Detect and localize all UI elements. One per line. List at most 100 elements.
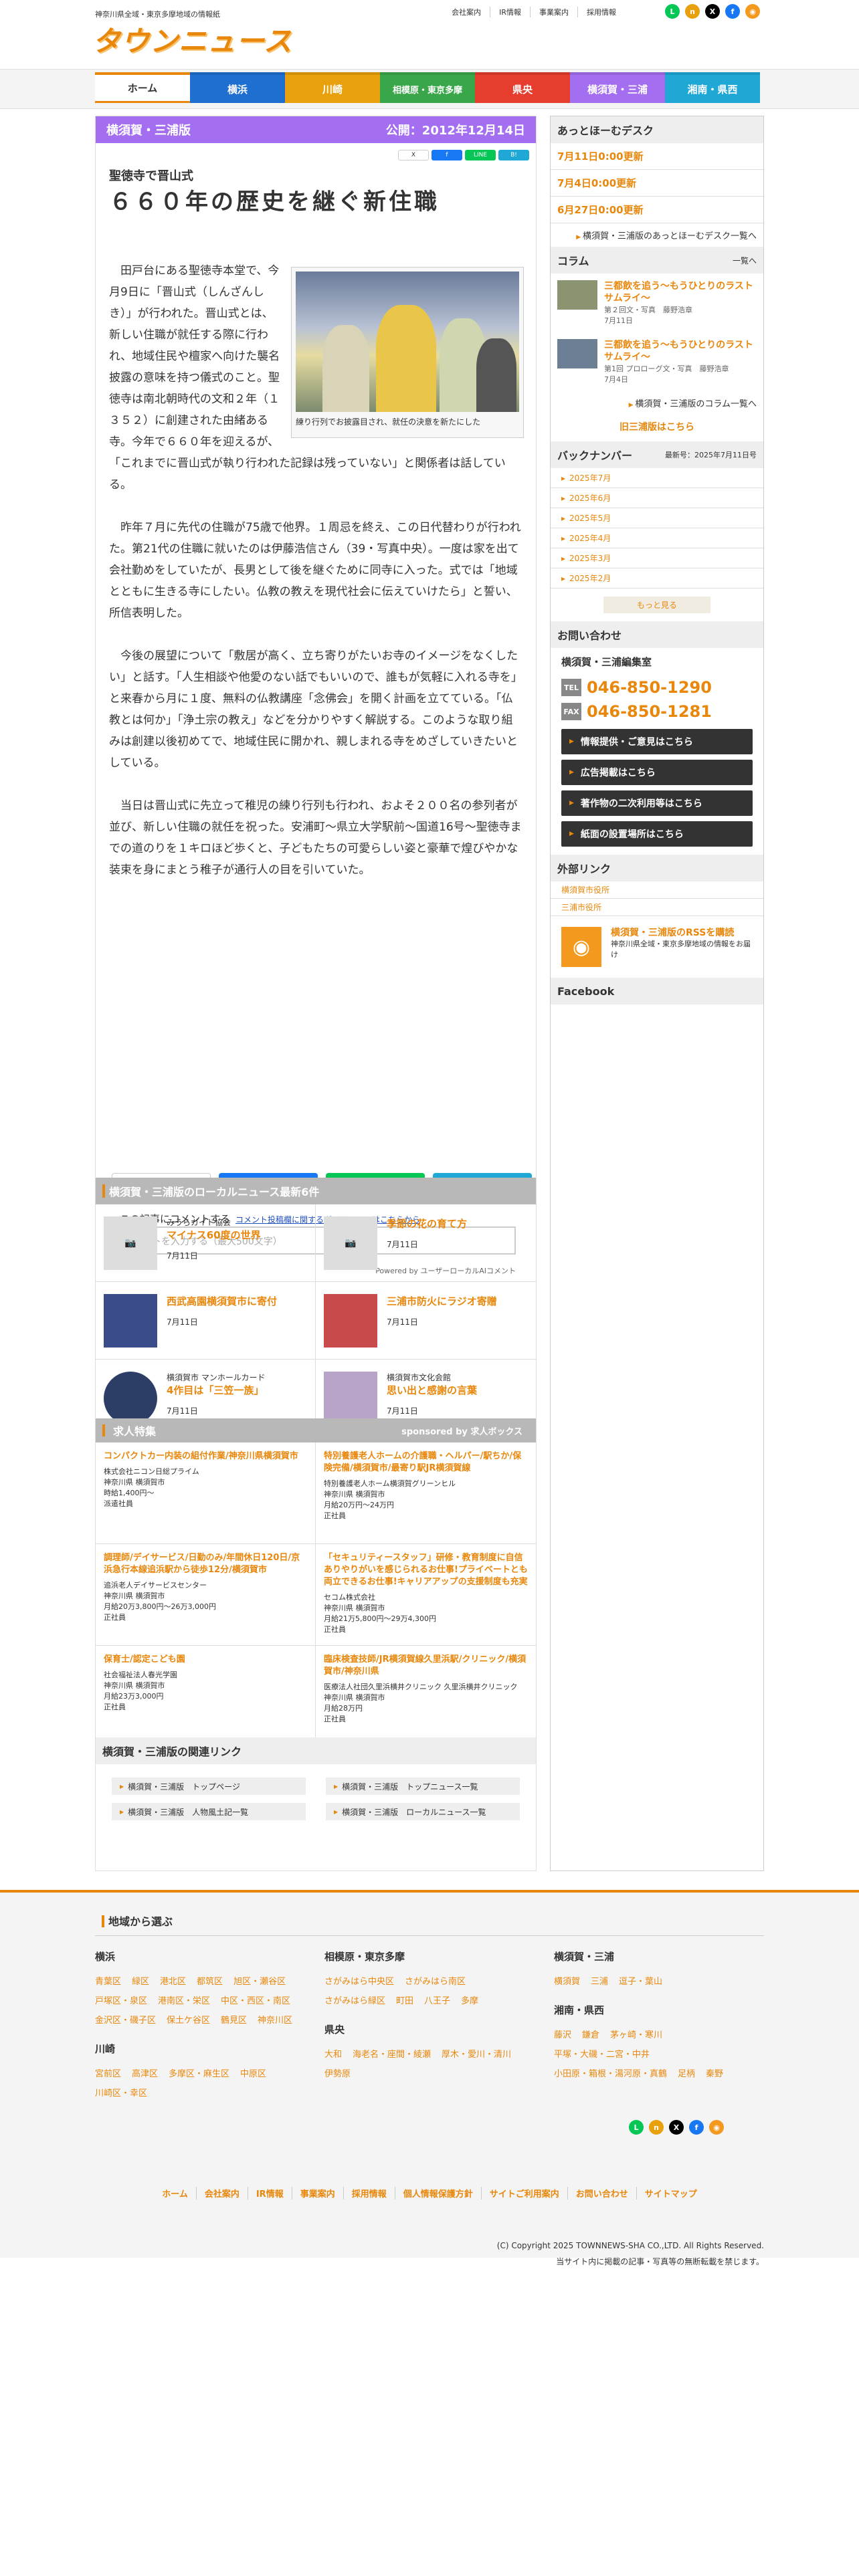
related-link[interactable]: 横須賀・三浦版 トップページ: [112, 1778, 306, 1795]
footer-area-link[interactable]: 中原区: [240, 2066, 266, 2079]
line-icon[interactable]: L: [665, 4, 680, 19]
footer-area-link[interactable]: 高津区: [132, 2066, 158, 2079]
news-title[interactable]: 季節の花の育て方: [387, 1216, 467, 1230]
footer-area-link[interactable]: 足柄: [678, 2066, 695, 2079]
nav-yokohama[interactable]: 横浜: [190, 72, 285, 103]
footer-nav-link[interactable]: 事業案内: [291, 2187, 343, 2199]
footer-area-link[interactable]: 三浦: [591, 1974, 608, 1987]
footer-area-link[interactable]: 宮前区: [95, 2066, 121, 2079]
nav-kawasaki[interactable]: 川崎: [285, 72, 380, 103]
footer-area-link[interactable]: 旭区・瀬谷区: [233, 1974, 286, 1987]
footer-area-link[interactable]: さがみはら南区: [405, 1974, 466, 1987]
footer-nav-link[interactable]: 個人情報保護方針: [394, 2187, 481, 2199]
footer-area-link[interactable]: 緑区: [132, 1974, 149, 1987]
footer-nav-link[interactable]: サイトマップ: [636, 2187, 705, 2199]
distribution-place-button[interactable]: 紙面の設置場所はこちら: [561, 821, 753, 847]
job-item[interactable]: 調理師/デイサービス/日勤のみ/年間休日120日/京浜急行本線追浜駅から徒歩12…: [96, 1544, 316, 1646]
job-item[interactable]: コンパクトカー内装の組付作業/神奈川県横須賀市 株式会社ニコン日総プライム 神奈…: [96, 1442, 316, 1544]
backnumber-item[interactable]: 2025年6月: [551, 488, 763, 508]
footer-nav-link[interactable]: 会社案内: [195, 2187, 248, 2199]
tel-number[interactable]: 046-850-1290: [587, 678, 712, 697]
column-item-title[interactable]: 三都飲を追う〜もうひとりのラストサムライ〜: [604, 280, 757, 304]
share-facebook-small[interactable]: f: [432, 150, 462, 160]
rss-title[interactable]: 横須賀・三浦版のRSSを購読: [611, 927, 753, 939]
column-list-link[interactable]: 一覧へ: [733, 255, 757, 266]
external-link[interactable]: 横須賀市役所: [551, 881, 763, 899]
nav-yokosuka[interactable]: 横須賀・三浦: [570, 72, 665, 103]
news-title[interactable]: 4作目は「三笠一族」: [167, 1383, 265, 1397]
copyright-use-button[interactable]: 著作物の二次利用等はこちら: [561, 790, 753, 816]
footer-area-link[interactable]: 川崎区・幸区: [95, 2086, 147, 2099]
footer-area-link[interactable]: 保土ケ谷区: [167, 2013, 210, 2026]
note-icon[interactable]: n: [685, 4, 700, 19]
footer-nav-link[interactable]: IR情報: [247, 2187, 292, 2199]
footer-area-link[interactable]: 小田原・箱根・湯河原・真鶴: [554, 2066, 667, 2079]
share-line-small[interactable]: LINE: [465, 150, 496, 160]
rss-subscribe[interactable]: ◉ 横須賀・三浦版のRSSを購読 神奈川県全域・東京多摩地域の情報をお届け: [551, 916, 763, 978]
job-title[interactable]: 臨床検査技師/JR横須賀線久里浜駅/クリニック/横須賀市/神奈川県: [324, 1654, 528, 1678]
local-news-item[interactable]: 📷 みうらガイド協会 マイナス60度の世界 7月11日: [96, 1204, 316, 1282]
local-news-item[interactable]: 三浦市防火にラジオ寄贈 7月11日: [316, 1282, 536, 1360]
footer-area-link[interactable]: 平塚・大磯・二宮・中井: [554, 2047, 650, 2060]
related-link[interactable]: 横須賀・三浦版 人物風土記一覧: [112, 1803, 306, 1820]
footer-area-link[interactable]: 戸塚区・泉区: [95, 1994, 147, 2006]
footer-nav-link[interactable]: サイトご利用案内: [480, 2187, 567, 2199]
backnumber-item[interactable]: 2025年7月: [551, 468, 763, 488]
footer-nav-link[interactable]: 採用情報: [343, 2187, 395, 2199]
footer-area-link[interactable]: 神奈川区: [258, 2013, 292, 2026]
column-item[interactable]: 三都飲を追う〜もうひとりのラストサムライ〜 第２回文・写真 藤野浩章 7月11日: [551, 274, 763, 332]
nav-shonan[interactable]: 湘南・県西: [665, 72, 760, 103]
backnumber-item[interactable]: 2025年5月: [551, 508, 763, 528]
footer-area-link[interactable]: 厚木・愛川・清川: [442, 2047, 511, 2060]
x-icon[interactable]: X: [705, 4, 720, 19]
footer-area-link[interactable]: 青葉区: [95, 1974, 121, 1987]
footer-nav-link[interactable]: ホーム: [154, 2187, 196, 2199]
column-item[interactable]: 三都飲を追う〜もうひとりのラストサムライ〜 第1回 プロローグ文・写真 藤野浩章 7…: [551, 332, 763, 391]
top-link-company[interactable]: 会社案内: [443, 7, 490, 17]
note-icon[interactable]: n: [649, 2120, 664, 2135]
footer-area-link[interactable]: 多摩区・麻生区: [169, 2066, 229, 2079]
footer-area-link[interactable]: 港北区: [160, 1974, 186, 1987]
share-hatena-small[interactable]: B!: [498, 150, 529, 160]
footer-area-link[interactable]: 海老名・座間・綾瀬: [353, 2047, 431, 2060]
footer-area-link[interactable]: 町田: [396, 1994, 413, 2006]
job-title[interactable]: 特別養護老人ホームの介護職・ヘルパー/駅ちか/保険完備/横須賀市/最寄り駅JR横…: [324, 1451, 528, 1475]
top-link-ir[interactable]: IR情報: [490, 7, 530, 17]
footer-area-link[interactable]: 都筑区: [197, 1974, 223, 1987]
job-title[interactable]: 保育士/認定こども園: [104, 1654, 307, 1666]
footer-area-link[interactable]: 中区・西区・南区: [221, 1994, 290, 2006]
nav-sagamihara[interactable]: 相模原・東京多摩: [380, 72, 475, 103]
footer-area-link[interactable]: さがみはら緑区: [324, 1994, 385, 2006]
top-link-recruit[interactable]: 採用情報: [577, 7, 625, 17]
job-item[interactable]: 保育士/認定こども園 社会福祉法人春光学園 神奈川県 横須賀市 月給23万3,0…: [96, 1646, 316, 1747]
footer-area-link[interactable]: 多摩: [461, 1994, 478, 2006]
local-news-item[interactable]: 📷 季節の花の育て方 7月11日: [316, 1204, 536, 1282]
footer-area-link[interactable]: 茅ヶ崎・寒川: [610, 2028, 662, 2040]
news-title[interactable]: 三浦市防火にラジオ寄贈: [387, 1294, 497, 1308]
share-x-small[interactable]: X: [398, 150, 429, 160]
related-link[interactable]: 横須賀・三浦版 ローカルニュース一覧: [326, 1803, 520, 1820]
article-photo[interactable]: 練り行列でお披露目され、就任の決意を新たにした: [291, 267, 524, 438]
footer-area-link[interactable]: 港南区・栄区: [158, 1994, 210, 2006]
site-logo[interactable]: タウンニュース: [92, 19, 292, 60]
backnumber-item[interactable]: 2025年2月: [551, 568, 763, 588]
desk-item[interactable]: 6月27日0:00更新: [551, 197, 763, 223]
line-icon[interactable]: L: [629, 2120, 644, 2135]
desk-more-link[interactable]: 横須賀・三浦版のあっとほーむデスク一覧へ: [551, 223, 763, 247]
footer-area-link[interactable]: 横須賀: [554, 1974, 580, 1987]
job-item[interactable]: 「セキュリティースタッフ」研修・教育制度に自信ありやりがいを感じられるお仕事!プ…: [316, 1544, 536, 1646]
news-title[interactable]: 思い出と感謝の言葉: [387, 1383, 477, 1397]
info-submit-button[interactable]: 情報提供・ご意見はこちら: [561, 729, 753, 754]
column-item-title[interactable]: 三都飲を追う〜もうひとりのラストサムライ〜: [604, 339, 757, 363]
top-link-business[interactable]: 事業案内: [530, 7, 577, 17]
backnumber-item[interactable]: 2025年3月: [551, 548, 763, 568]
backnumber-item[interactable]: 2025年4月: [551, 528, 763, 548]
desk-item[interactable]: 7月11日0:00更新: [551, 143, 763, 170]
nav-home[interactable]: ホーム: [95, 72, 190, 103]
footer-area-link[interactable]: 八王子: [424, 1994, 450, 2006]
footer-area-link[interactable]: 伊勢原: [324, 2066, 351, 2079]
footer-area-link[interactable]: 大和: [324, 2047, 342, 2060]
job-item[interactable]: 臨床検査技師/JR横須賀線久里浜駅/クリニック/横須賀市/神奈川県 医療法人社団…: [316, 1646, 536, 1747]
job-title[interactable]: 調理師/デイサービス/日勤のみ/年間休日120日/京浜急行本線追浜駅から徒歩12…: [104, 1552, 307, 1576]
facebook-icon[interactable]: f: [689, 2120, 704, 2135]
